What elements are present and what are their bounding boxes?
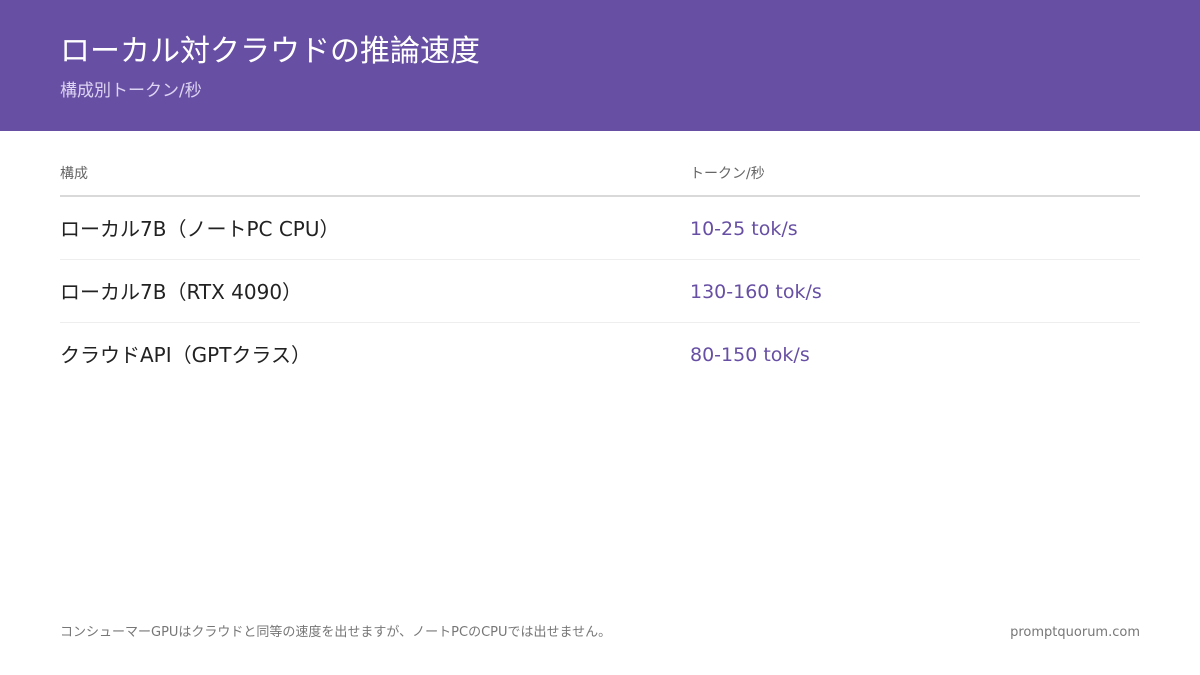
footnote: コンシューマーGPUはクラウドと同等の速度を出せますが、ノートPCのCPUでは出… [60,625,612,640]
page-title: ローカル対クラウドの推論速度 [60,34,480,69]
column-header-speed: トークン/秒 [690,166,765,182]
speed-table: 構成 トークン/秒 ローカル7B（ノートPC CPU） 10-25 tok/s … [60,155,1140,385]
header-banner: ローカル対クラウドの推論速度 構成別トークン/秒 [0,0,1200,131]
source-link: promptquorum.com [1010,625,1140,640]
column-header-config: 構成 [60,166,88,182]
table-header: 構成 トークン/秒 [60,155,1140,197]
page-subtitle: 構成別トークン/秒 [60,81,202,101]
config-cell: ローカル7B（ノートPC CPU） [60,217,340,241]
table-row: クラウドAPI（GPTクラス） 80-150 tok/s [60,323,1140,385]
speed-cell: 130-160 tok/s [690,281,822,303]
table-row: ローカル7B（ノートPC CPU） 10-25 tok/s [60,197,1140,260]
speed-cell: 10-25 tok/s [690,218,798,240]
speed-cell: 80-150 tok/s [690,344,810,366]
config-cell: クラウドAPI（GPTクラス） [60,343,312,367]
config-cell: ローカル7B（RTX 4090） [60,280,303,304]
table-row: ローカル7B（RTX 4090） 130-160 tok/s [60,260,1140,323]
